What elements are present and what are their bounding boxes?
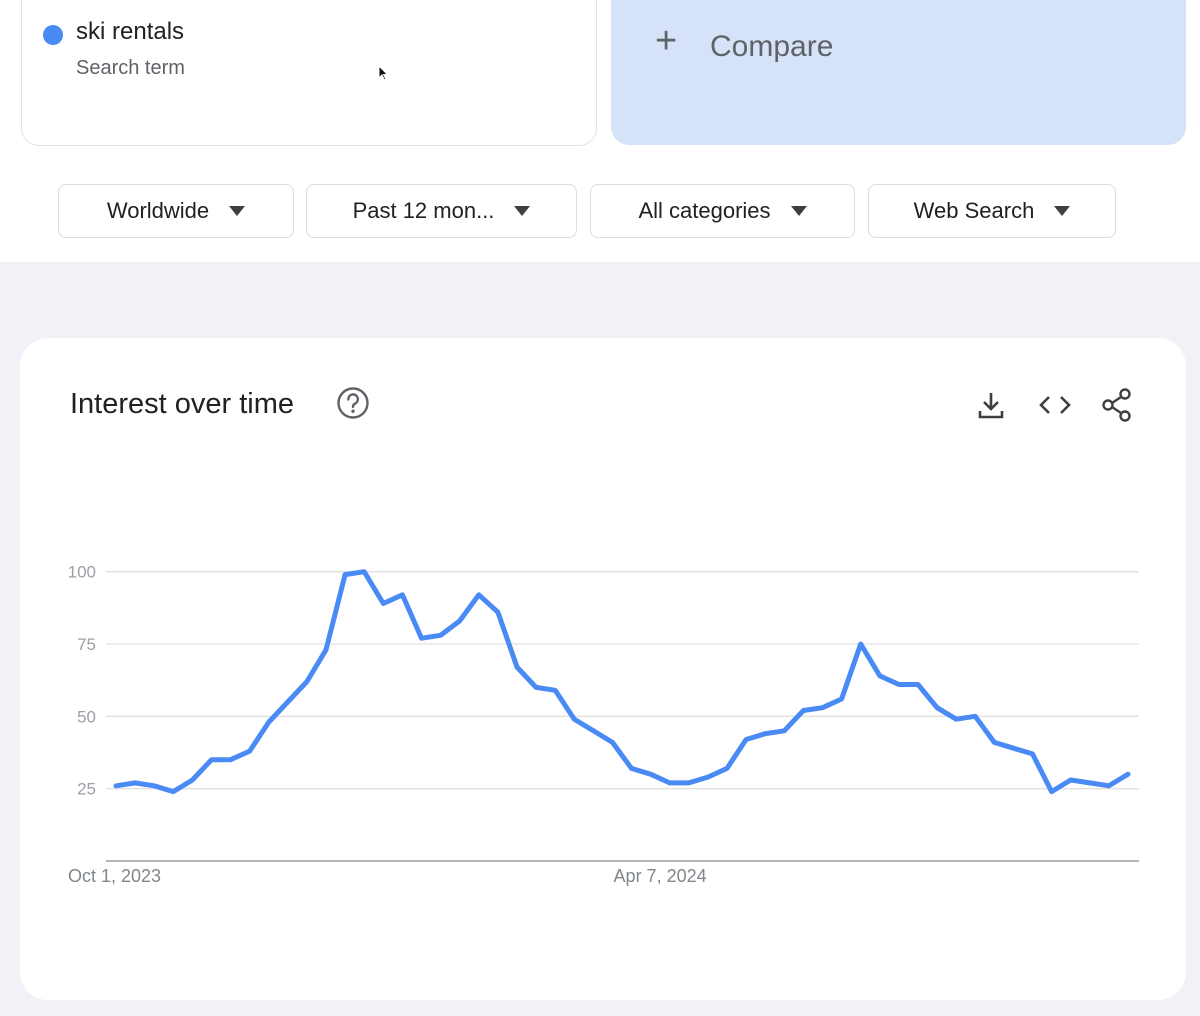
data-point[interactable] (952, 715, 960, 723)
data-point[interactable] (207, 756, 215, 764)
data-point[interactable] (570, 715, 578, 723)
data-point[interactable] (818, 704, 826, 712)
y-tick-label: 100 (68, 563, 96, 582)
data-point[interactable] (284, 698, 292, 706)
data-point[interactable] (1124, 770, 1132, 778)
data-point[interactable] (494, 608, 502, 616)
data-point[interactable] (379, 599, 387, 607)
data-point[interactable] (780, 727, 788, 735)
data-point[interactable] (551, 686, 559, 694)
data-point[interactable] (608, 738, 616, 746)
data-point[interactable] (1105, 782, 1113, 790)
data-point[interactable] (704, 773, 712, 781)
data-point[interactable] (647, 770, 655, 778)
data-point[interactable] (456, 617, 464, 625)
data-point[interactable] (112, 782, 120, 790)
y-tick-label: 25 (77, 780, 96, 799)
x-tick-label: Oct 1, 2023 (68, 866, 161, 886)
region-dropdown-label: Worldwide (106, 198, 210, 223)
data-point[interactable] (628, 764, 636, 772)
chevron-down-icon (790, 206, 807, 216)
filters-bar: Worldwide Past 12 mon... All categories … (20, 161, 1186, 260)
data-point[interactable] (895, 681, 903, 689)
region-dropdown[interactable]: Worldwide (58, 184, 294, 238)
data-point[interactable] (341, 571, 349, 579)
search-type-dropdown-label: Web Search (913, 198, 1035, 223)
chevron-down-icon (1054, 206, 1071, 216)
x-tick-label: Apr 7, 2024 (614, 866, 707, 886)
data-point[interactable] (513, 663, 521, 671)
compare-label: Compare (710, 30, 834, 63)
data-point[interactable] (398, 591, 406, 599)
data-point[interactable] (131, 779, 139, 787)
data-point[interactable] (188, 776, 196, 784)
data-point[interactable] (933, 704, 941, 712)
data-point[interactable] (150, 782, 158, 790)
data-point[interactable] (227, 756, 235, 764)
data-point[interactable] (990, 738, 998, 746)
data-point[interactable] (532, 683, 540, 691)
data-point[interactable] (685, 779, 693, 787)
data-point[interactable] (971, 712, 979, 720)
data-point[interactable] (322, 646, 330, 654)
data-point[interactable] (169, 788, 177, 796)
y-tick-label: 75 (77, 635, 96, 654)
data-point[interactable] (303, 678, 311, 686)
data-point[interactable] (914, 681, 922, 689)
data-point[interactable] (761, 730, 769, 738)
category-dropdown-label: All categories (638, 198, 771, 223)
data-point[interactable] (723, 764, 731, 772)
plus-icon: + (655, 20, 678, 62)
interest-line-chart: 25 50 75 100 Oct 1, 2023 Apr 7, 2024 (68, 563, 1139, 886)
data-point[interactable] (265, 718, 273, 726)
series-color-dot (43, 25, 63, 45)
data-point[interactable] (857, 640, 865, 648)
data-point[interactable] (589, 727, 597, 735)
data-point[interactable] (246, 747, 254, 755)
search-term-type: Search term (76, 57, 185, 79)
data-point[interactable] (437, 631, 445, 639)
data-point[interactable] (1029, 750, 1037, 758)
data-point[interactable] (1086, 779, 1094, 787)
data-point[interactable] (1009, 744, 1017, 752)
chevron-down-icon (229, 206, 246, 216)
series-line-ski-rentals[interactable] (113, 569, 1131, 795)
data-point[interactable] (475, 591, 483, 599)
search-term-name[interactable]: ski rentals (76, 18, 184, 46)
search-type-dropdown[interactable]: Web Search (868, 184, 1116, 238)
data-point[interactable] (876, 672, 884, 680)
time-range-dropdown-label: Past 12 mon... (352, 198, 495, 223)
data-point[interactable] (1048, 788, 1056, 796)
chevron-down-icon (514, 206, 531, 216)
mouse-cursor-icon (378, 65, 389, 81)
time-range-dropdown[interactable]: Past 12 mon... (306, 184, 577, 238)
data-point[interactable] (1067, 776, 1075, 784)
data-point[interactable] (799, 707, 807, 715)
interest-over-time-card: Interest over time 25 50 75 100 Oct 1, 2023 A… (20, 338, 1186, 1000)
y-tick-label: 50 (77, 707, 96, 726)
data-point[interactable] (838, 695, 846, 703)
compare-button[interactable]: + Compare (611, 0, 1186, 145)
data-point[interactable] (418, 634, 426, 642)
category-dropdown[interactable]: All categories (590, 184, 855, 238)
data-point[interactable] (666, 779, 674, 787)
data-point[interactable] (742, 735, 750, 743)
data-point[interactable] (360, 568, 368, 576)
search-term-card[interactable]: ski rentals Search term (21, 0, 597, 146)
